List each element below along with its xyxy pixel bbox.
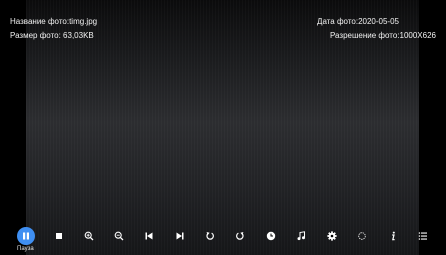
previous-icon (145, 232, 153, 240)
circle-icon (358, 232, 366, 240)
pause-icon (23, 232, 29, 240)
photo-size-label: Размер фото: 63,03KB (10, 31, 94, 40)
rotate-right-icon (236, 232, 244, 240)
list-button[interactable] (415, 228, 431, 244)
zoom-out-button[interactable] (111, 228, 127, 244)
circle-button[interactable] (354, 228, 370, 244)
info-icon (392, 231, 395, 241)
rotate-left-button[interactable] (202, 228, 218, 244)
stop-button[interactable] (51, 228, 67, 244)
rotate-right-button[interactable] (232, 228, 248, 244)
rotate-left-icon (206, 232, 214, 240)
clock-button[interactable] (263, 228, 279, 244)
settings-button[interactable] (324, 228, 340, 244)
zoom-in-button[interactable] (81, 228, 97, 244)
music-button[interactable] (293, 228, 309, 244)
pause-button[interactable] (17, 227, 35, 245)
info-button[interactable] (385, 228, 401, 244)
pause-label: Пауза (17, 246, 34, 252)
photo-name-label: Название фото:timg.jpg (10, 17, 98, 26)
next-button[interactable] (172, 228, 188, 244)
zoom-in-icon (84, 231, 94, 241)
list-icon (418, 232, 427, 240)
stop-icon (56, 233, 62, 239)
settings-icon (327, 231, 337, 241)
playback-toolbar: Пауза (0, 222, 446, 255)
previous-button[interactable] (141, 228, 157, 244)
photo-date-label: Дата фото:2020-05-05 (317, 17, 399, 26)
clock-icon (266, 231, 276, 241)
photo-resolution-label: Разрешение фото:1000X626 (329, 31, 436, 40)
next-icon (176, 232, 184, 240)
music-icon (297, 231, 305, 241)
zoom-out-icon (114, 231, 124, 241)
